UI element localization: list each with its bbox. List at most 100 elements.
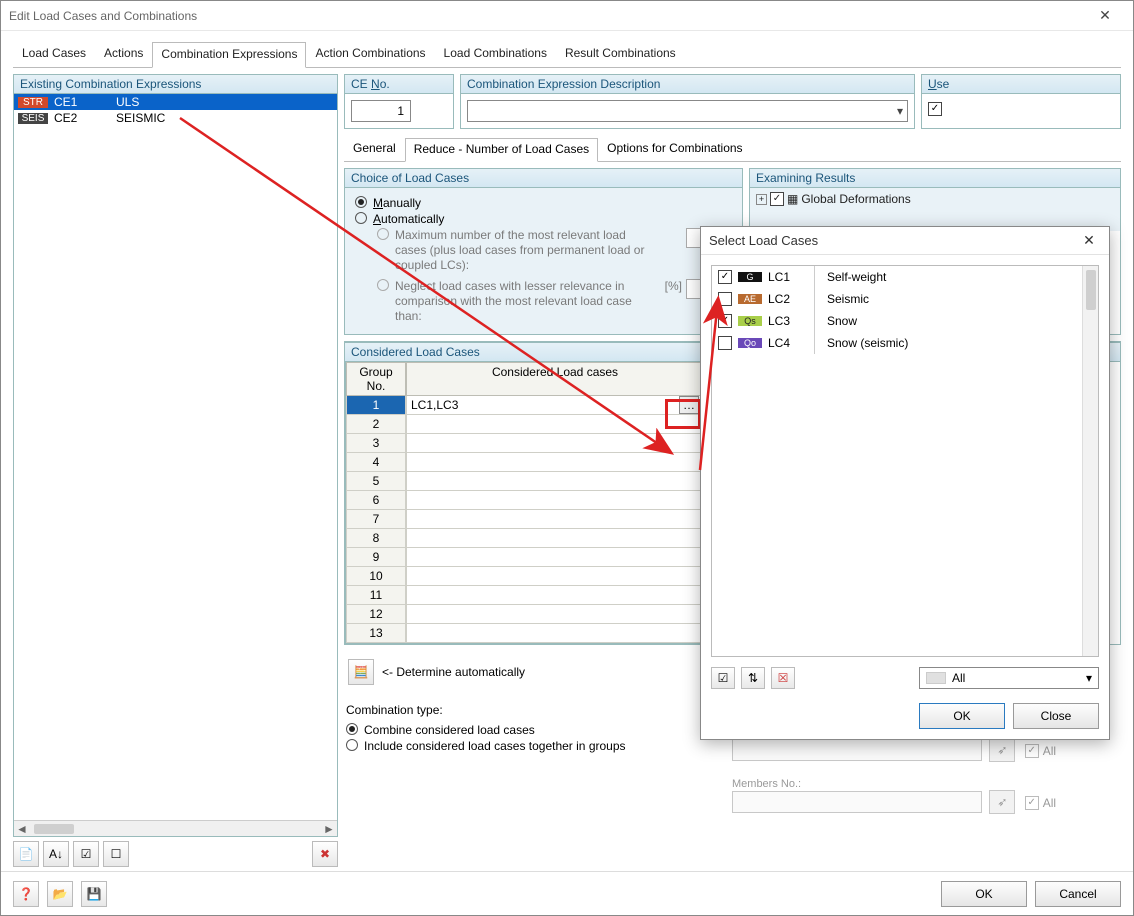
ce-desc-combo[interactable]: ▾	[467, 100, 908, 122]
considered-table: Group No. Considered Load cases 1LC1,LC3…	[345, 362, 705, 644]
members-input	[732, 791, 982, 813]
table-row[interactable]: 1LC1,LC3…	[346, 396, 704, 415]
expression-row-ce1[interactable]: STRCE1ULS	[14, 94, 337, 110]
filter-combo[interactable]: All ▾	[919, 667, 1099, 689]
radio-manually[interactable]: Manually	[355, 196, 732, 210]
tree-icon: ▦	[787, 192, 798, 206]
existing-expressions-title: Existing Combination Expressions	[14, 75, 337, 94]
chevron-down-icon: ▾	[897, 104, 903, 118]
ce-no-input[interactable]	[351, 100, 411, 122]
pick-members-icon: ➶	[989, 790, 1015, 814]
tab-load-cases[interactable]: Load Cases	[13, 41, 95, 67]
ce-desc-panel: Combination Expression Description ▾	[460, 74, 915, 129]
table-row[interactable]: 13	[346, 624, 704, 643]
lc-checkbox[interactable]	[718, 270, 732, 284]
lc-row-lc2[interactable]: AELC2Seismic	[712, 288, 1098, 310]
tab-action-combinations[interactable]: Action Combinations	[306, 41, 434, 67]
table-row[interactable]: 5	[346, 472, 704, 491]
new-icon[interactable]: 📄	[13, 841, 39, 867]
popup-ok-button[interactable]: OK	[919, 703, 1005, 729]
window-title: Edit Load Cases and Combinations	[9, 9, 1085, 23]
solids-input	[732, 739, 982, 761]
vertical-scrollbar[interactable]	[1082, 266, 1098, 656]
delete-icon[interactable]: ✖	[312, 841, 338, 867]
scroll-right-icon[interactable]: ►	[321, 822, 337, 836]
cancel-button[interactable]: Cancel	[1035, 881, 1121, 907]
tab-actions[interactable]: Actions	[95, 41, 152, 67]
expression-list[interactable]: STRCE1ULSSEISCE2SEISMIC	[14, 94, 337, 820]
check-all-icon[interactable]: ☑	[73, 841, 99, 867]
table-row[interactable]: 9	[346, 548, 704, 567]
tab-load-combinations[interactable]: Load Combinations	[435, 41, 556, 67]
subtab-reduce-number-of-load-cases[interactable]: Reduce - Number of Load Cases	[405, 138, 598, 162]
select-all-icon[interactable]: ☑	[711, 667, 735, 689]
tab-result-combinations[interactable]: Result Combinations	[556, 41, 685, 67]
scroll-left-icon[interactable]: ◄	[14, 822, 30, 836]
calculator-icon[interactable]: 🧮	[348, 659, 374, 685]
lc-checkbox[interactable]	[718, 314, 732, 328]
open-icon[interactable]: 📂	[47, 881, 73, 907]
load-case-list[interactable]: GLC1Self-weightAELC2SeismicQsLC3SnowQoLC…	[711, 265, 1099, 657]
pick-solids-icon: ➶	[989, 738, 1015, 762]
examining-title: Examining Results	[750, 169, 1120, 188]
scroll-thumb[interactable]	[1086, 270, 1096, 310]
horizontal-scrollbar[interactable]: ◄ ►	[14, 820, 337, 836]
radio-automatically[interactable]: Automatically	[355, 212, 732, 226]
sort-icon[interactable]: A↓	[43, 841, 69, 867]
table-row[interactable]: 10	[346, 567, 704, 586]
use-title: Use	[922, 75, 1120, 94]
tab-combination-expressions[interactable]: Combination Expressions	[152, 42, 306, 68]
members-label: Members No.:	[732, 778, 1110, 790]
subtab-options-for-combinations[interactable]: Options for Combinations	[598, 137, 751, 161]
table-row[interactable]: 8	[346, 529, 704, 548]
left-column: Existing Combination Expressions STRCE1U…	[13, 74, 338, 867]
expression-row-ce2[interactable]: SEISCE2SEISMIC	[14, 110, 337, 126]
popup-title: Select Load Cases	[709, 233, 1077, 248]
table-row[interactable]: 7	[346, 510, 704, 529]
close-icon[interactable]: ✕	[1085, 7, 1125, 24]
ce-desc-title: Combination Expression Description	[461, 75, 914, 94]
uncheck-all-icon[interactable]: ☐	[103, 841, 129, 867]
tree-node-global-deformations[interactable]: + ▦ Global Deformations	[756, 192, 1114, 206]
use-checkbox[interactable]	[928, 102, 942, 116]
table-row[interactable]: 4	[346, 453, 704, 472]
scroll-thumb[interactable]	[34, 824, 74, 834]
left-toolbar: 📄 A↓ ☑ ☐ ✖	[13, 837, 338, 867]
invert-icon[interactable]: ⇅	[741, 667, 765, 689]
popup-close-button[interactable]: Close	[1013, 703, 1099, 729]
lc-checkbox[interactable]	[718, 292, 732, 306]
popup-close-icon[interactable]: ✕	[1077, 232, 1101, 249]
filter-fields: Solids No.: ➶ All Members No.: ➶ All	[732, 726, 1110, 830]
help-icon[interactable]: ❓	[13, 881, 39, 907]
top-panels: CE No. Combination Expression Descriptio…	[344, 74, 1121, 129]
main-tabs: Load CasesActionsCombination Expressions…	[13, 41, 1121, 68]
lc-row-lc1[interactable]: GLC1Self-weight	[712, 266, 1098, 288]
table-row[interactable]: 3	[346, 434, 704, 453]
tree-checkbox[interactable]	[770, 192, 784, 206]
ok-button[interactable]: OK	[941, 881, 1027, 907]
radio-opt2	[377, 279, 389, 291]
dialog-footer: ❓ 📂 💾 OK Cancel	[1, 871, 1133, 915]
lc-row-lc4[interactable]: QoLC4Snow (seismic)	[712, 332, 1098, 354]
members-all-checkbox	[1025, 796, 1039, 810]
radio-opt1	[377, 228, 389, 240]
save-icon[interactable]: 💾	[81, 881, 107, 907]
table-row[interactable]: 12	[346, 605, 704, 624]
sub-tabs: GeneralReduce - Number of Load CasesOpti…	[344, 137, 1121, 162]
choice-title: Choice of Load Cases	[345, 169, 742, 188]
deselect-all-icon[interactable]: ☒	[771, 667, 795, 689]
table-row[interactable]: 11	[346, 586, 704, 605]
expand-icon[interactable]: +	[756, 194, 767, 205]
table-row[interactable]: 2	[346, 415, 704, 434]
titlebar: Edit Load Cases and Combinations ✕	[1, 1, 1133, 31]
table-row[interactable]: 6	[346, 491, 704, 510]
subtab-general[interactable]: General	[344, 137, 405, 161]
ce-no-title: CE No.	[345, 75, 453, 94]
col-cases: Considered Load cases	[406, 362, 704, 396]
select-load-cases-dialog: Select Load Cases ✕ GLC1Self-weightAELC2…	[700, 226, 1110, 740]
lc-row-lc3[interactable]: QsLC3Snow	[712, 310, 1098, 332]
popup-actions: OK Close	[701, 697, 1109, 739]
lc-checkbox[interactable]	[718, 336, 732, 350]
annotation-highlight-1	[665, 399, 701, 429]
chevron-down-icon: ▾	[1086, 671, 1092, 685]
